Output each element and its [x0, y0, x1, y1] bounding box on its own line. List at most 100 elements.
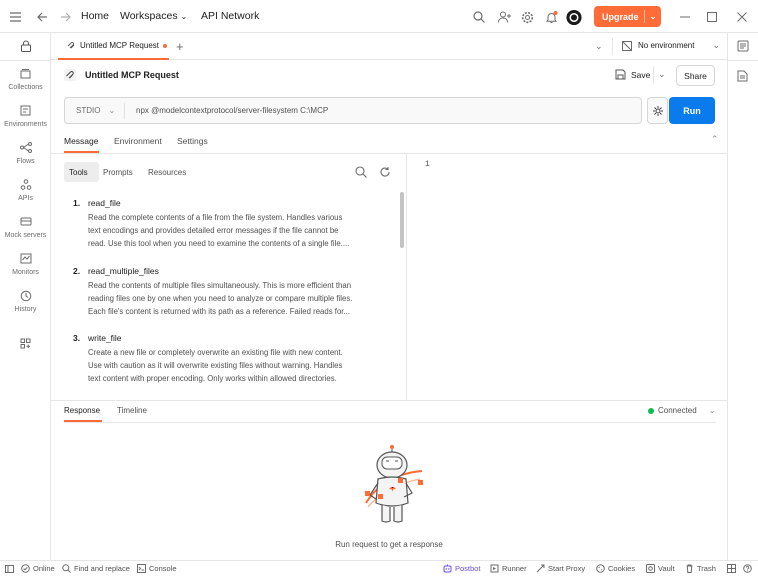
workspace-lock-icon[interactable]	[0, 40, 51, 52]
run-button[interactable]: Run	[669, 97, 715, 124]
notification-bell-icon[interactable]	[543, 9, 559, 25]
vault-button[interactable]: Vault	[646, 564, 675, 573]
start-proxy-button[interactable]: Start Proxy	[536, 564, 585, 573]
mcp-icon	[64, 69, 76, 81]
invite-user-icon[interactable]	[496, 9, 512, 25]
environments-icon	[0, 105, 51, 119]
toggle-sidebar-icon[interactable]	[5, 565, 14, 573]
tabs-dropdown-chevron-icon[interactable]: ⌄	[595, 41, 603, 52]
start-proxy-label: Start Proxy	[548, 564, 586, 573]
tab-message[interactable]: Message	[64, 136, 99, 146]
list-item-number: 1.	[73, 198, 81, 208]
share-button[interactable]: Share	[676, 65, 715, 86]
new-tab-plus-icon[interactable]: +	[176, 39, 184, 54]
search-icon[interactable]	[355, 166, 367, 178]
find-replace-button[interactable]: Find and replace	[62, 564, 130, 573]
forward-arrow-icon[interactable]	[57, 9, 73, 25]
documentation-icon[interactable]	[737, 40, 749, 52]
cookies-button[interactable]: Cookies	[596, 564, 635, 573]
sidebar-item-label: Collections	[8, 84, 43, 91]
search-icon[interactable]	[471, 9, 487, 25]
tool-description: Create a new file or completely overwrit…	[88, 346, 380, 385]
top-bar: Home Workspaces ⌄ API Network Upgrade ⌄	[0, 0, 758, 33]
left-sidebar: Collections Environments Flows APIs Mock…	[0, 33, 51, 560]
configure-sidebar-icon[interactable]	[0, 338, 51, 349]
help-icon[interactable]	[743, 564, 752, 573]
save-options-chevron-icon[interactable]: ⌄	[658, 69, 666, 80]
tool-name[interactable]: read_file	[88, 198, 121, 208]
console-button[interactable]: Console	[137, 564, 177, 573]
tab-response[interactable]: Response	[64, 406, 100, 415]
divider	[51, 400, 727, 401]
collapse-chevron-up-icon[interactable]: ⌃	[711, 134, 719, 145]
list-item-number: 3.	[73, 333, 81, 343]
message-editor[interactable]	[440, 157, 727, 400]
save-label: Save	[631, 69, 651, 80]
tab-prompts[interactable]: Prompts	[103, 168, 133, 177]
sidebar-item-label: Flows	[16, 158, 35, 165]
maximize-window-icon[interactable]	[704, 9, 720, 25]
close-window-icon[interactable]	[734, 9, 750, 25]
environment-selector[interactable]: No environment ⌄	[622, 40, 720, 51]
sidebar-item-mock-servers[interactable]: Mock servers	[0, 216, 51, 239]
chevron-down-icon: ⌄	[180, 12, 188, 21]
vault-label: Vault	[658, 564, 675, 573]
tab-untitled-mcp-request[interactable]: Untitled MCP Request	[58, 33, 169, 60]
chevron-down-icon[interactable]: ⌄	[645, 12, 661, 21]
trash-label: Trash	[697, 564, 716, 573]
connection-config-button[interactable]	[647, 97, 668, 124]
postbot-button[interactable]: Postbot	[443, 564, 480, 573]
chevron-down-icon: ⌄	[108, 106, 116, 115]
settings-gear-icon[interactable]	[519, 9, 535, 25]
api-network-link[interactable]: API Network	[201, 10, 259, 22]
tab-tools[interactable]: Tools	[69, 168, 88, 177]
tool-description-line: read. Use this tool when you need to exa…	[88, 239, 350, 248]
sidebar-item-flows[interactable]: Flows	[0, 142, 51, 165]
runner-button[interactable]: Runner	[490, 564, 527, 573]
tools-scrollbar[interactable]	[400, 192, 404, 248]
tool-name[interactable]: read_multiple_files	[88, 266, 159, 276]
connection-status-label: Connected	[658, 406, 697, 415]
divider	[612, 38, 613, 55]
sidebar-item-apis[interactable]: APIs	[0, 179, 51, 202]
save-button[interactable]: Save	[615, 69, 650, 80]
tool-description-line: reading files one by one when you need t…	[88, 294, 353, 303]
sidebar-item-label: APIs	[18, 195, 33, 202]
divider	[653, 66, 654, 84]
trash-button[interactable]: Trash	[685, 564, 716, 573]
request-title[interactable]: Untitled MCP Request	[85, 70, 179, 80]
layout-toggle-icon[interactable]	[727, 564, 736, 573]
panel-divider[interactable]	[406, 154, 407, 400]
upgrade-label: Upgrade	[602, 11, 639, 22]
sidebar-item-monitors[interactable]: Monitors	[0, 253, 51, 276]
tool-name[interactable]: write_file	[88, 333, 122, 343]
sidebar-item-history[interactable]: History	[0, 290, 51, 313]
right-sidebar	[727, 33, 758, 560]
sidebar-item-label: Environments	[4, 121, 47, 128]
home-link[interactable]: Home	[81, 10, 109, 22]
tab-environment[interactable]: Environment	[114, 136, 162, 146]
refresh-icon[interactable]	[379, 166, 391, 178]
tab-timeline[interactable]: Timeline	[117, 406, 147, 415]
tab-settings[interactable]: Settings	[177, 136, 208, 146]
workspaces-menu[interactable]: Workspaces ⌄	[120, 10, 187, 22]
sidebar-item-environments[interactable]: Environments	[0, 105, 51, 128]
hamburger-menu-icon[interactable]	[7, 9, 23, 25]
upgrade-button[interactable]: Upgrade ⌄	[594, 6, 661, 27]
transport-select[interactable]: STDIO ⌄	[76, 106, 115, 115]
command-input[interactable]: npx @modelcontextprotocol/server-filesys…	[136, 106, 328, 115]
tool-description-line: Read the contents of multiple files simu…	[88, 281, 352, 290]
proxy-icon	[536, 564, 545, 573]
sidebar-item-collections[interactable]: Collections	[0, 68, 51, 91]
minimize-window-icon[interactable]	[677, 9, 693, 25]
online-status[interactable]: Online	[21, 564, 55, 573]
user-avatar-icon[interactable]	[566, 9, 582, 25]
console-label: Console	[149, 564, 177, 573]
connection-status[interactable]: Connected ⌄	[648, 406, 715, 415]
back-arrow-icon[interactable]	[34, 9, 50, 25]
divider	[64, 422, 716, 423]
tab-resources[interactable]: Resources	[148, 168, 186, 177]
info-panel-icon[interactable]	[737, 70, 748, 82]
empty-response-message: Run request to get a response	[335, 540, 443, 549]
request-title-row: Untitled MCP Request	[64, 69, 179, 81]
